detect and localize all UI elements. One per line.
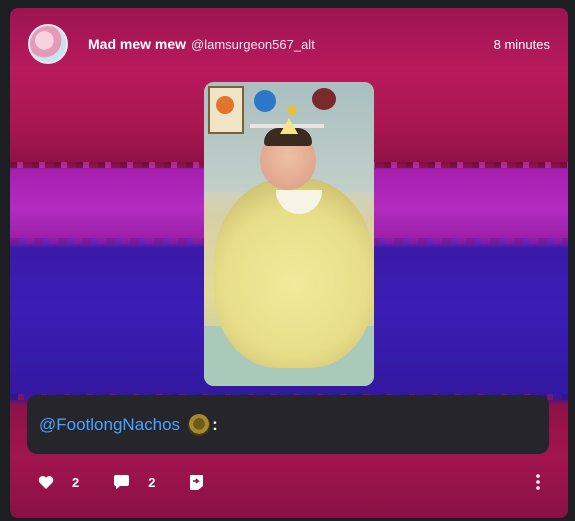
post-actions: 2 2 [38, 470, 550, 494]
like-count: 2 [72, 474, 80, 490]
media-planet [312, 88, 336, 110]
post-header: Mad mew mew @lamsurgeon567_alt 8 minutes [28, 24, 550, 64]
custom-emoji-icon [188, 413, 211, 436]
share-button[interactable] [189, 474, 204, 491]
post-video[interactable]: ★ [204, 82, 374, 386]
comment-count: 2 [148, 474, 156, 490]
caption-suffix: : [212, 414, 218, 434]
like-button[interactable]: 2 [38, 475, 79, 490]
user-handle[interactable]: @lamsurgeon567_alt [191, 37, 315, 52]
comment-icon [114, 475, 130, 490]
author-names: Mad mew mew @lamsurgeon567_alt [88, 36, 315, 52]
avatar[interactable] [28, 24, 68, 64]
share-icon [190, 474, 204, 490]
media-party-hat [280, 118, 298, 134]
display-name[interactable]: Mad mew mew [88, 36, 186, 52]
media-sun [216, 96, 234, 114]
post-timestamp[interactable]: 8 minutes [494, 37, 550, 52]
more-options-button[interactable] [536, 474, 540, 490]
post-caption: @FootlongNachos : [27, 395, 549, 454]
heart-icon [38, 475, 54, 489]
comment-button[interactable]: 2 [113, 474, 155, 490]
kebab-menu-icon [536, 474, 540, 490]
media-planet [254, 90, 276, 112]
post-card: Mad mew mew @lamsurgeon567_alt 8 minutes… [10, 8, 568, 518]
mention-link[interactable]: @FootlongNachos [39, 415, 180, 435]
